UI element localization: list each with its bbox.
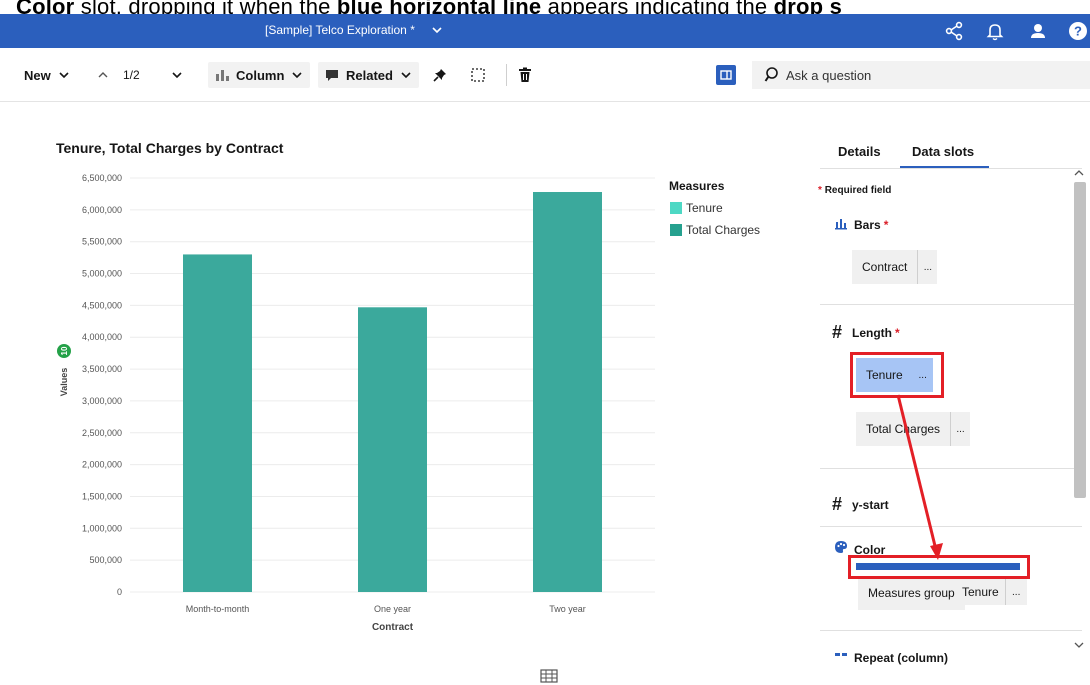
y-tick-label: 4,000,000 [82, 332, 122, 342]
report-title[interactable]: [Sample] Telco Exploration * [265, 23, 415, 37]
related-button[interactable]: Related [318, 62, 419, 88]
scrollbar-thumb[interactable] [1074, 182, 1086, 498]
highlight-box-drop-target [848, 555, 1030, 579]
y-tick-label: 3,000,000 [82, 396, 122, 406]
y-axis-badge-count: 10 [60, 346, 69, 355]
chart-title: Tenure, Total Charges by Contract [56, 140, 284, 156]
y-tick-label: 1,500,000 [82, 491, 122, 501]
bar [358, 307, 427, 592]
slot-divider [820, 304, 1082, 305]
page-indicator: 1/2 [123, 68, 140, 82]
comment-icon [326, 70, 338, 81]
visualization-type-button[interactable]: Column [208, 62, 311, 88]
bar [183, 254, 252, 592]
repeat-columns-icon [834, 648, 854, 667]
column-chart: 0 500,000 1,000,000 1,500,000 2,000,000 2,500… [57, 173, 760, 633]
chevron-down-icon [401, 72, 411, 79]
trash-icon [519, 67, 531, 82]
toolbar-divider [506, 64, 507, 86]
x-tick-label: Two year [549, 604, 586, 614]
share-icon[interactable] [943, 20, 965, 42]
x-tick-label: Month-to-month [186, 604, 250, 614]
scroll-down-icon[interactable] [1072, 640, 1086, 650]
tab-details[interactable]: Details [838, 144, 881, 159]
title-chevron-down-icon[interactable] [431, 23, 443, 37]
tab-data-slots[interactable]: Data slots [912, 144, 974, 159]
slot-item-contract[interactable]: Contract ... [852, 250, 938, 284]
y-tick-label: 6,000,000 [82, 205, 122, 215]
hash-icon: # [832, 322, 843, 342]
required-field-note: * Required field [818, 185, 892, 196]
previous-page-button[interactable] [96, 62, 110, 88]
x-axis-label: Contract [372, 622, 414, 633]
chevron-down-icon [172, 72, 182, 79]
slot-item-total-charges[interactable]: Total Charges ... [856, 412, 971, 446]
slot-divider [820, 630, 1082, 631]
user-avatar-icon[interactable] [1027, 20, 1049, 42]
select-area-button[interactable] [470, 62, 486, 88]
app-header: [Sample] Telco Exploration * ? [0, 14, 1090, 48]
legend-swatch [670, 202, 682, 214]
chevron-down-icon [59, 72, 69, 79]
bar-chart-icon [834, 216, 854, 233]
slot-repeat-title: Repeat (column) [834, 648, 948, 667]
data-table-icon[interactable] [540, 669, 558, 685]
y-tick-label: 5,500,000 [82, 237, 122, 247]
ask-question-input[interactable]: Ask a question [752, 61, 1090, 89]
slot-length-title: # Length * [832, 322, 900, 342]
toolbar: New 1/2 Column Related Ask a question [0, 48, 1090, 102]
pin-button[interactable] [432, 62, 448, 88]
y-axis-label: Values [59, 368, 69, 397]
hash-icon: # [832, 494, 843, 514]
item-options-button[interactable]: ... [917, 250, 938, 284]
highlight-box-tenure [850, 352, 944, 398]
properties-panel: Details Data slots * Required field Bars… [808, 130, 1090, 670]
y-tick-label: 1,000,000 [82, 523, 122, 533]
lightbulb-search-icon [764, 67, 778, 82]
slot-item-measures-group[interactable]: Measures group [858, 576, 965, 610]
tab-divider [820, 168, 1082, 169]
legend-title: Measures [669, 179, 725, 193]
y-tick-label: 2,000,000 [82, 460, 122, 470]
slot-bars-title: Bars * [834, 216, 888, 233]
item-options-button[interactable]: ... [950, 412, 971, 446]
bar [533, 192, 602, 592]
y-tick-label: 0 [117, 587, 122, 597]
y-tick-label: 4,500,000 [82, 300, 122, 310]
x-tick-label: One year [374, 604, 411, 614]
y-tick-label: 3,500,000 [82, 364, 122, 374]
y-tick-label: 5,000,000 [82, 269, 122, 279]
slot-ystart-title: # y-start [832, 494, 889, 514]
y-tick-label: 500,000 [89, 555, 122, 565]
y-tick-label: 6,500,000 [82, 173, 122, 183]
help-icon[interactable]: ? [1067, 20, 1089, 42]
slot-divider [820, 468, 1082, 469]
column-chart-icon [216, 70, 229, 81]
pin-icon [433, 69, 446, 82]
legend-swatch [670, 224, 682, 236]
dragged-item-ghost: Tenure ... [956, 579, 1027, 605]
slot-divider [820, 526, 1082, 527]
notification-bell-icon[interactable] [984, 20, 1006, 42]
marquee-select-icon [471, 68, 485, 82]
panel-icon [720, 70, 732, 80]
properties-panel-toggle[interactable] [716, 65, 736, 85]
delete-button[interactable] [518, 62, 532, 88]
scroll-up-icon[interactable] [1072, 168, 1086, 178]
chevron-up-icon [98, 72, 108, 78]
legend-label: Tenure [686, 201, 723, 215]
new-menu-button[interactable]: New [24, 62, 71, 88]
chevron-down-icon [292, 72, 302, 79]
svg-text:?: ? [1074, 24, 1082, 39]
legend-label: Total Charges [686, 223, 760, 237]
next-page-button[interactable] [170, 62, 184, 88]
y-tick-label: 2,500,000 [82, 428, 122, 438]
